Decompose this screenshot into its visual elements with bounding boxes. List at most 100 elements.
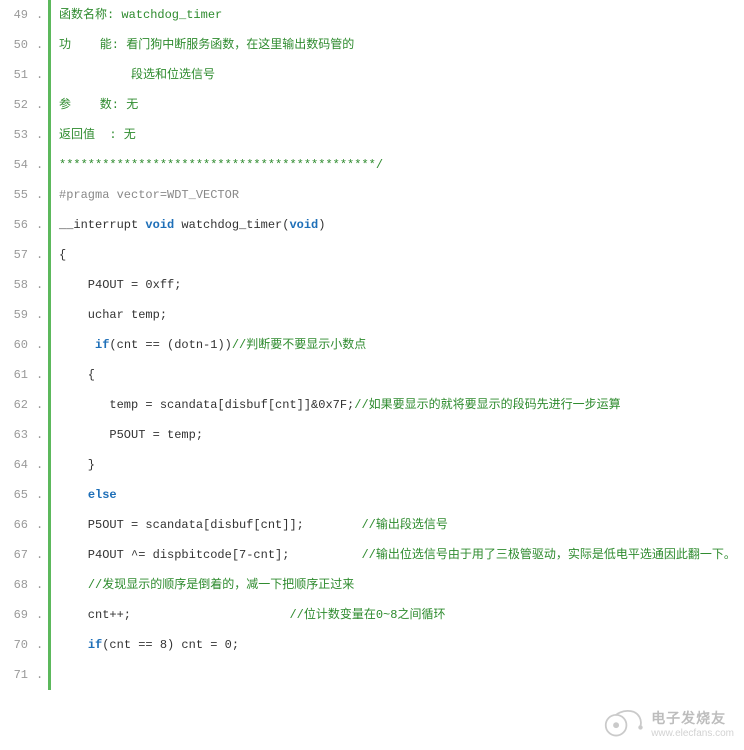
line-number: 69 [0,600,36,630]
token [59,638,88,652]
watermark-cn: 电子发烧友 [651,708,734,728]
line-marker [48,540,51,570]
code-line: 60. if(cnt == (dotn-1))//判断要不要显示小数点 [0,330,744,360]
line-marker [48,570,51,600]
token-green: //输出段选信号 [361,518,447,532]
token: __interrupt [59,218,145,232]
line-marker [48,330,51,360]
line-marker [48,300,51,330]
line-number: 59 [0,300,36,330]
token-green: //判断要不要显示小数点 [232,338,366,352]
watermark-logo-icon [599,706,645,740]
gutter-dot: . [36,300,42,330]
line-marker [48,360,51,390]
gutter-dot: . [36,450,42,480]
token: } [59,458,95,472]
line-marker [48,180,51,210]
gutter-dot: . [36,210,42,240]
gutter-dot: . [36,540,42,570]
code-content: { [59,240,744,270]
line-number: 62 [0,390,36,420]
line-number: 68 [0,570,36,600]
code-line: 62. temp = scandata[disbuf[cnt]]&0x7F;//… [0,390,744,420]
line-marker [48,510,51,540]
token: P4OUT = 0xff; [59,278,181,292]
line-marker [48,120,51,150]
code-line: 65. else [0,480,744,510]
code-line: 52. 参 数: 无 [0,90,744,120]
line-number: 56 [0,210,36,240]
line-marker [48,60,51,90]
code-block: 49. 函数名称: watchdog_timer 50. 功 能: 看门狗中断服务函数… [0,0,744,690]
code-content: 功 能: 看门狗中断服务函数，在这里输出数码管的 [59,30,744,60]
code-line: 51. 段选和位选信号 [0,60,744,90]
token-green: //输出位选信号由于用了三极管驱动，实际是低电平选通因此翻一下。 [361,548,735,562]
code-line: 59. uchar temp; [0,300,744,330]
line-number: 52 [0,90,36,120]
gutter-dot: . [36,120,42,150]
token: uchar temp; [59,308,167,322]
token-green: 功 能: 看门狗中断服务函数，在这里输出数码管的 [59,38,354,52]
gutter-dot: . [36,570,42,600]
code-line: 53.返回值 : 无 [0,120,744,150]
gutter-dot: . [36,0,42,30]
token: P5OUT = scandata[disbuf[cnt]]; [59,518,361,532]
code-content: { [59,360,744,390]
code-line: 69. cnt++; //位计数变量在0~8之间循环 [0,600,744,630]
line-number: 51 [0,60,36,90]
code-line: 50. 功 能: 看门狗中断服务函数，在这里输出数码管的 [0,30,744,60]
line-number: 50 [0,30,36,60]
line-marker [48,270,51,300]
code-line: 55.#pragma vector=WDT_VECTOR [0,180,744,210]
gutter-dot: . [36,330,42,360]
line-marker [48,630,51,660]
token-keyword: if [88,638,102,652]
token-keyword: void [145,218,174,232]
gutter-dot: . [36,270,42,300]
code-content: P4OUT ^= dispbitcode[7-cnt]; //输出位选信号由于用… [59,540,744,570]
token: P4OUT ^= dispbitcode[7-cnt]; [59,548,361,562]
code-line: 54.*************************************… [0,150,744,180]
token: watchdog_timer( [174,218,289,232]
token: P5OUT = temp; [59,428,203,442]
line-number: 61 [0,360,36,390]
token-green: //发现显示的顺序是倒着的，减一下把顺序正过来 [88,578,354,592]
watermark: 电子发烧友 www.elecfans.com [599,706,734,740]
token-keyword: void [289,218,318,232]
code-content: #pragma vector=WDT_VECTOR [59,180,744,210]
code-line: 68. //发现显示的顺序是倒着的，减一下把顺序正过来 [0,570,744,600]
token-green: //位计数变量在0~8之间循环 [289,608,445,622]
code-line: 64. } [0,450,744,480]
code-line: 67. P4OUT ^= dispbitcode[7-cnt]; //输出位选信… [0,540,744,570]
token: { [59,248,66,262]
gutter-dot: . [36,510,42,540]
code-content: 参 数: 无 [59,90,744,120]
gutter-dot: . [36,30,42,60]
code-content: uchar temp; [59,300,744,330]
code-line: 58. P4OUT = 0xff; [0,270,744,300]
code-content: __interrupt void watchdog_timer(void) [59,210,744,240]
token: cnt++; [59,608,289,622]
code-content: if(cnt == (dotn-1))//判断要不要显示小数点 [59,330,744,360]
line-number: 58 [0,270,36,300]
code-content: P4OUT = 0xff; [59,270,744,300]
line-marker [48,450,51,480]
line-marker [48,210,51,240]
line-number: 67 [0,540,36,570]
gutter-dot: . [36,660,42,690]
line-marker [48,390,51,420]
gutter-dot: . [36,90,42,120]
code-line: 66. P5OUT = scandata[disbuf[cnt]]; //输出段… [0,510,744,540]
line-marker [48,30,51,60]
code-line: 56. __interrupt void watchdog_timer(void) [0,210,744,240]
line-marker [48,660,51,690]
line-number: 49 [0,0,36,30]
code-content: 函数名称: watchdog_timer [59,0,744,30]
code-content [59,660,744,690]
token: ) [318,218,325,232]
gutter-dot: . [36,360,42,390]
line-marker [48,150,51,180]
line-number: 71 [0,660,36,690]
line-number: 65 [0,480,36,510]
code-content: if(cnt == 8) cnt = 0; [59,630,744,660]
